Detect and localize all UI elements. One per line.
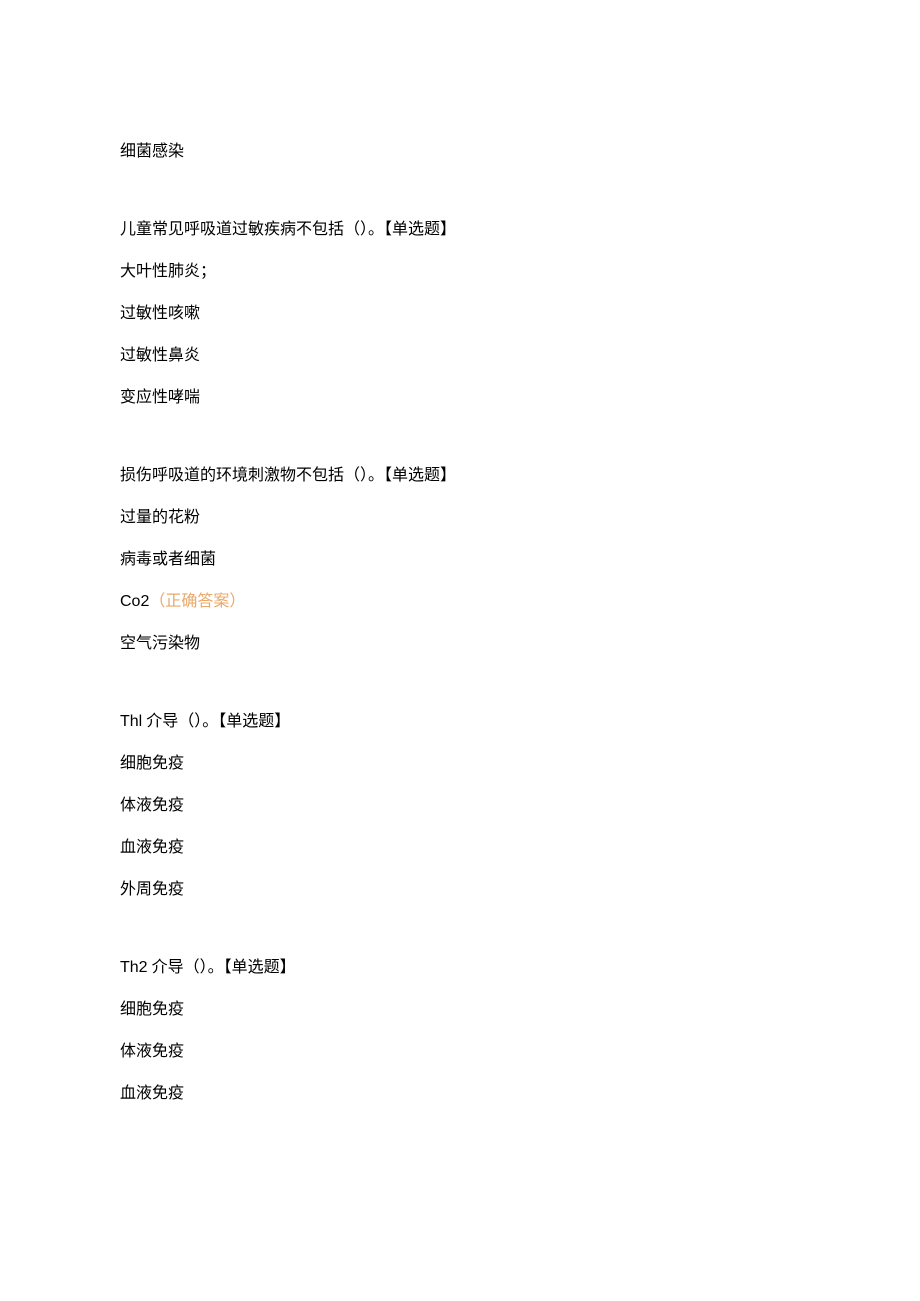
question-option: 血液免疫 xyxy=(120,836,800,860)
question-option: 外周免疫 xyxy=(120,878,800,902)
question-option: 过敏性咳嗽 xyxy=(120,302,800,326)
fragment-option: 细菌感染 xyxy=(120,140,800,164)
stem-suffix: 介导（）。【单选题】 xyxy=(148,959,296,976)
question-stem: Th2 介导（）。【单选题】 xyxy=(120,956,800,980)
question-option: 细胞免疫 xyxy=(120,752,800,776)
question-stem: Thl 介导（）。【单选题】 xyxy=(120,710,800,734)
question-option: 病毒或者细菌 xyxy=(120,548,800,572)
question-option: 血液免疫 xyxy=(120,1082,800,1106)
option-text: Co2 xyxy=(120,593,149,610)
stem-prefix: Th2 xyxy=(120,959,148,976)
question-stem: 儿童常见呼吸道过敏疾病不包括（）。【单选题】 xyxy=(120,218,800,242)
question-option: 过量的花粉 xyxy=(120,506,800,530)
question-stem: 损伤呼吸道的环境刺激物不包括（）。【单选题】 xyxy=(120,464,800,488)
question-option: 过敏性鼻炎 xyxy=(120,344,800,368)
stem-suffix: 介导（）。【单选题】 xyxy=(142,713,290,730)
question-option: 体液免疫 xyxy=(120,794,800,818)
correct-answer-label: （正确答案） xyxy=(149,593,245,610)
question-option: 细胞免疫 xyxy=(120,998,800,1022)
question-option: 体液免疫 xyxy=(120,1040,800,1064)
stem-prefix: Thl xyxy=(120,713,142,730)
question-option: 大叶性肺炎； xyxy=(120,260,800,284)
question-option: Co2（正确答案） xyxy=(120,590,800,614)
question-option: 空气污染物 xyxy=(120,632,800,656)
question-option: 变应性哮喘 xyxy=(120,386,800,410)
